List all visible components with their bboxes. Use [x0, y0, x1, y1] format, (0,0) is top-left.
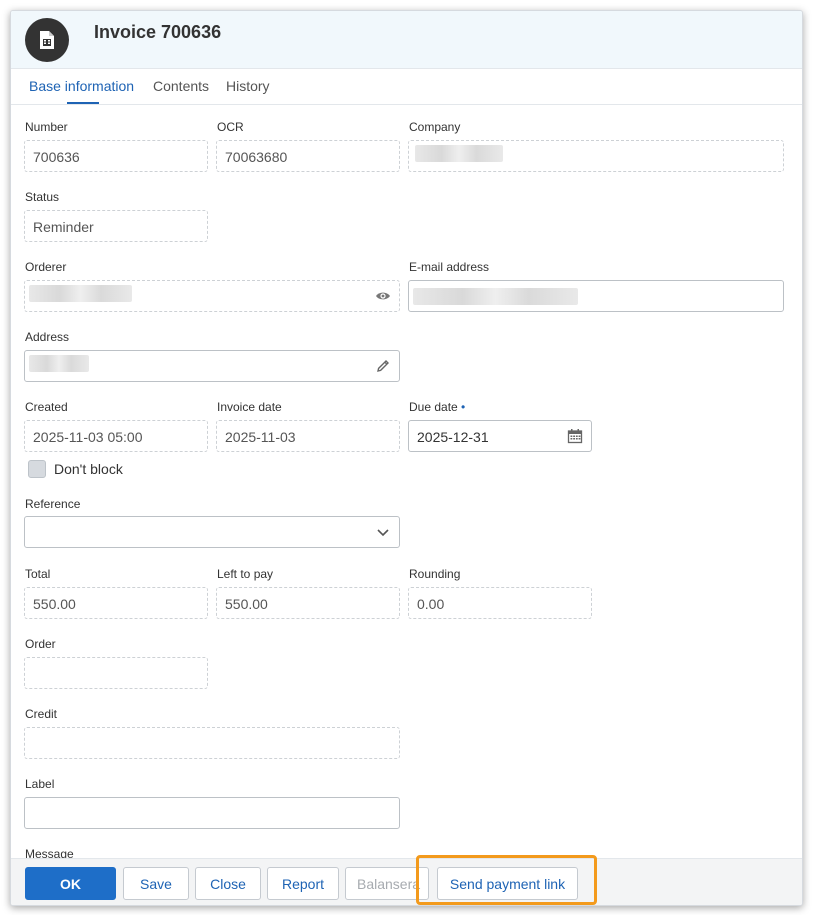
due-date-field[interactable]: 2025-12-31: [408, 420, 592, 452]
address-label: Address: [25, 330, 70, 344]
number-label: Number: [25, 120, 68, 134]
balansera-button[interactable]: Balansera: [345, 867, 429, 900]
redacted-orderer: [29, 285, 132, 302]
orderer-field: [24, 280, 400, 312]
company-label: Company: [409, 120, 461, 134]
order-label: Order: [25, 637, 56, 651]
status-label: Status: [25, 190, 60, 204]
dont-block-label: Don't block: [54, 461, 123, 477]
credit-label: Credit: [25, 707, 58, 721]
calendar-icon[interactable]: [567, 428, 583, 444]
orderer-label: Orderer: [25, 260, 67, 274]
order-field: [24, 657, 208, 689]
tab-bar: Base information Contents History: [11, 69, 802, 105]
created-label: Created: [25, 400, 68, 414]
total-field: 550.00: [24, 587, 208, 619]
ocr-field: 70063680: [216, 140, 400, 172]
redacted-email: [413, 288, 578, 305]
invoice-date-label: Invoice date: [217, 400, 282, 414]
email-field[interactable]: [408, 280, 784, 312]
ok-button[interactable]: OK: [25, 867, 116, 900]
due-date-label-text: Due date: [409, 400, 458, 414]
reference-label: Reference: [25, 497, 81, 511]
invoice-date-field: 2025-11-03: [216, 420, 400, 452]
dialog-header: Invoice 700636: [11, 11, 802, 69]
eye-icon[interactable]: [375, 288, 391, 304]
redacted-company: [415, 145, 503, 162]
label-input[interactable]: [24, 797, 400, 829]
email-label: E-mail address: [409, 260, 490, 274]
required-indicator: •: [461, 400, 466, 414]
tab-base-information[interactable]: Base information: [29, 78, 134, 94]
save-button[interactable]: Save: [123, 867, 189, 900]
active-tab-indicator: [67, 102, 99, 104]
chevron-down-icon[interactable]: [375, 524, 391, 540]
company-field: [408, 140, 784, 172]
send-payment-link-button[interactable]: Send payment link: [437, 867, 578, 900]
address-field[interactable]: [24, 350, 400, 382]
number-field: 700636: [24, 140, 208, 172]
credit-field: [24, 727, 400, 759]
rounding-label: Rounding: [409, 567, 461, 581]
status-field: Reminder: [24, 210, 208, 242]
dialog-footer: OK Save Close Report Balansera Send paym…: [11, 858, 802, 905]
rounding-field: 0.00: [408, 587, 592, 619]
left-to-pay-field: 550.00: [216, 587, 400, 619]
created-field: 2025-11-03 05:00: [24, 420, 208, 452]
left-to-pay-label: Left to pay: [217, 567, 274, 581]
pencil-icon[interactable]: [375, 358, 391, 374]
close-button[interactable]: Close: [195, 867, 261, 900]
reference-select[interactable]: [24, 516, 400, 548]
dont-block-checkbox[interactable]: [28, 460, 46, 478]
due-date-label: Due date •: [409, 400, 465, 414]
invoice-dialog: Invoice 700636 Base information Contents…: [10, 10, 803, 906]
due-date-value: 2025-12-31: [417, 429, 489, 445]
ocr-label: OCR: [217, 120, 244, 134]
report-button[interactable]: Report: [267, 867, 339, 900]
total-label: Total: [25, 567, 51, 581]
tab-contents[interactable]: Contents: [153, 78, 209, 94]
tab-history[interactable]: History: [226, 78, 270, 94]
dialog-title: Invoice 700636: [94, 22, 222, 42]
invoice-icon: [25, 18, 69, 62]
redacted-address: [29, 355, 89, 372]
label-label: Label: [25, 777, 55, 791]
